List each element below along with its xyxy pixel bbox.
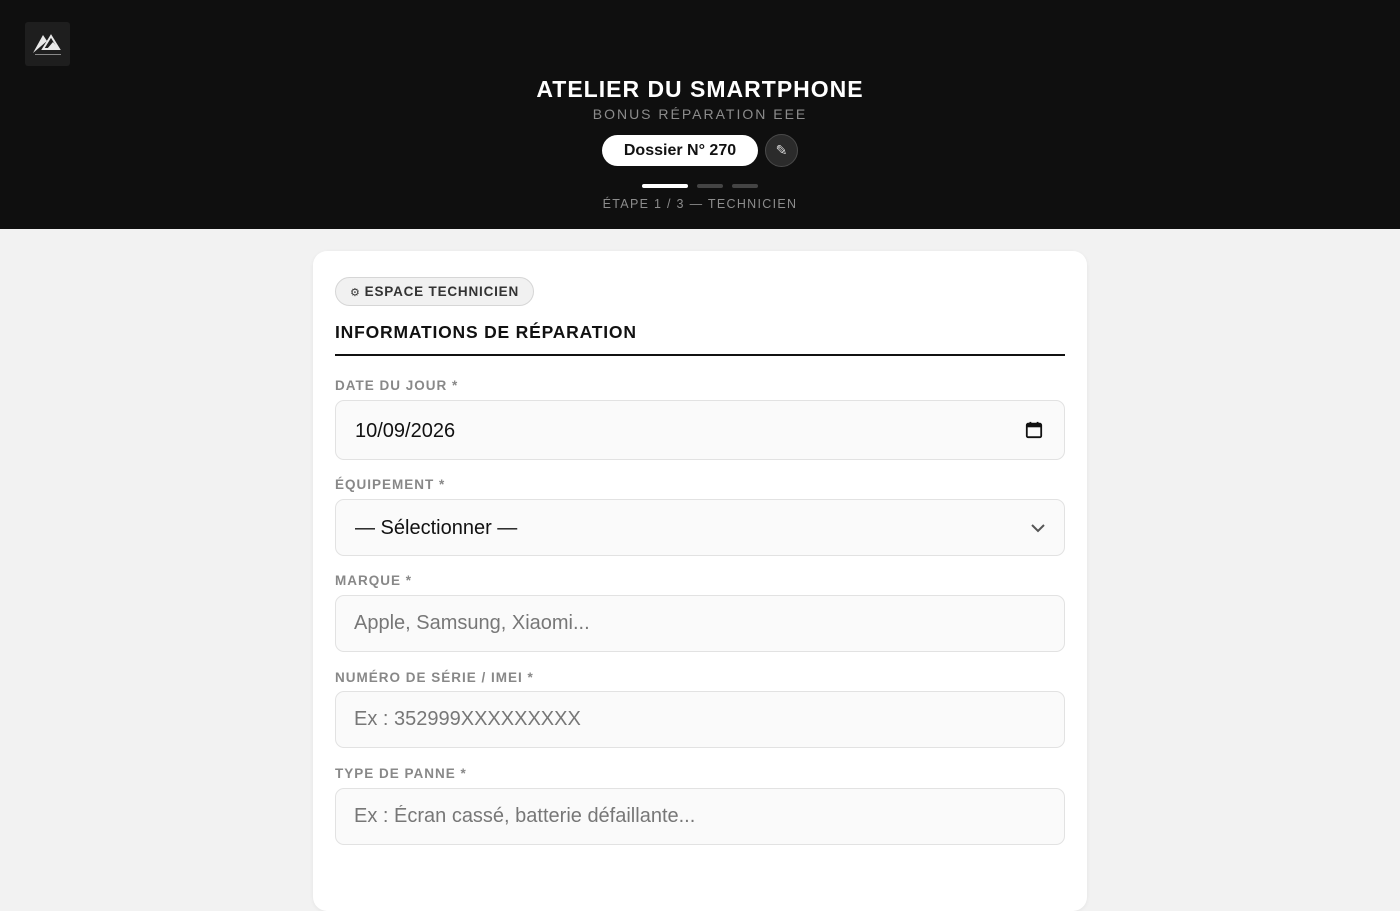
brand-field[interactable] bbox=[335, 595, 1065, 652]
app-header: ATELIER DU SMARTPHONE BONUS RÉPARATION E… bbox=[0, 0, 1400, 229]
repair-form-card: ⚙ ESPACE TECHNICIEN INFORMATIONS DE RÉPAR… bbox=[313, 251, 1087, 911]
brand-input[interactable] bbox=[336, 596, 1064, 651]
app-title: ATELIER DU SMARTPHONE bbox=[536, 76, 864, 102]
date-field[interactable]: 10/09/2026 bbox=[335, 400, 1065, 460]
mountain-logo-icon bbox=[25, 22, 70, 66]
dossier-number-badge: Dossier N° 270 bbox=[602, 135, 758, 166]
serial-label: NUMÉRO DE SÉRIE / IMEI * bbox=[335, 670, 534, 685]
calendar-icon[interactable] bbox=[1025, 421, 1043, 439]
failure-type-input[interactable] bbox=[336, 789, 1064, 844]
equipment-select[interactable]: — Sélectionner — bbox=[335, 499, 1065, 556]
chevron-down-icon bbox=[1031, 524, 1045, 533]
edit-dossier-button[interactable]: ✎ bbox=[765, 134, 798, 167]
step-indicator-2 bbox=[697, 184, 723, 188]
step-label: ÉTAPE 1 / 3 — TECHNICIEN bbox=[602, 197, 798, 211]
section-divider bbox=[335, 354, 1065, 356]
app-subtitle: BONUS RÉPARATION EEE bbox=[592, 106, 808, 122]
step-indicator-1 bbox=[642, 184, 688, 188]
date-value: 10/09/2026 bbox=[355, 420, 456, 442]
brand-label: MARQUE * bbox=[335, 573, 413, 588]
equipment-label: ÉQUIPEMENT * bbox=[335, 477, 446, 492]
failure-type-label: TYPE DE PANNE * bbox=[335, 766, 467, 781]
pencil-icon: ✎ bbox=[775, 142, 788, 158]
equipment-selected-value: — Sélectionner — bbox=[355, 517, 518, 539]
date-label: DATE DU JOUR * bbox=[335, 378, 459, 393]
serial-input[interactable] bbox=[336, 692, 1064, 747]
failure-type-field[interactable] bbox=[335, 788, 1065, 845]
technician-space-badge: ⚙ ESPACE TECHNICIEN bbox=[335, 277, 535, 306]
badge-label: ESPACE TECHNICIEN bbox=[364, 284, 520, 299]
step-indicator-3 bbox=[732, 184, 758, 188]
serial-field[interactable] bbox=[335, 691, 1065, 748]
gear-icon: ⚙ bbox=[350, 287, 361, 299]
section-title: INFORMATIONS DE RÉPARATION bbox=[335, 322, 637, 342]
